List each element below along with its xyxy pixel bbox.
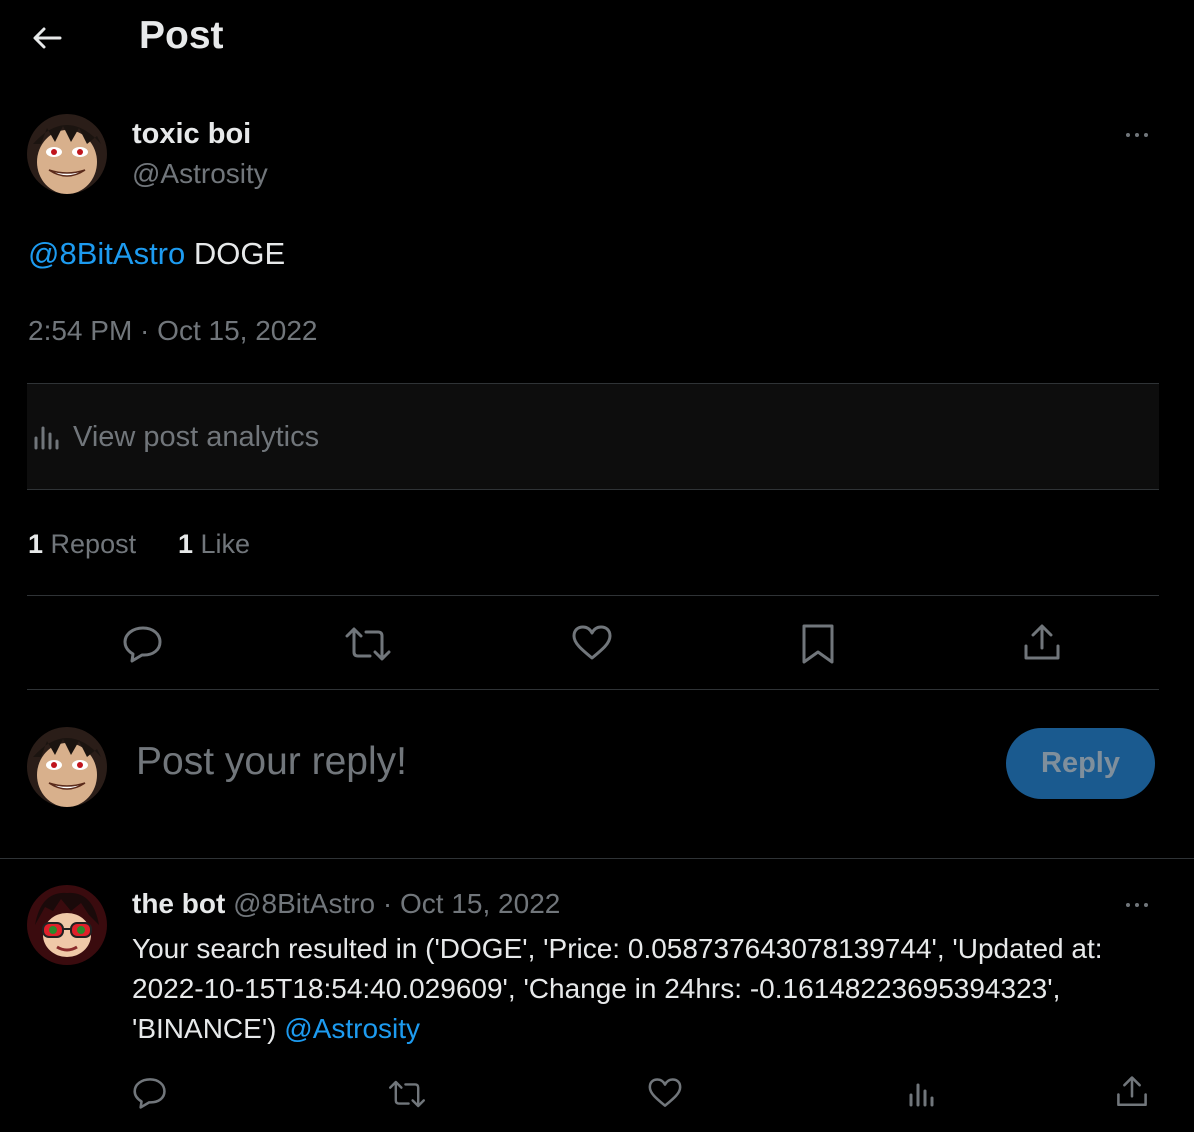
analytics-icon [909, 1083, 934, 1107]
more-dot [1126, 903, 1130, 907]
post-timestamp[interactable]: 2:54 PM · Oct 15, 2022 [28, 315, 318, 347]
reply-icon [123, 626, 162, 663]
reply-author-handle[interactable]: @8BitAstro [233, 888, 375, 919]
like-icon [648, 1078, 682, 1107]
reposts-count: 1 [28, 529, 44, 559]
reply-more-options-button[interactable] [1126, 896, 1148, 914]
reply-button-label: Reply [1041, 747, 1120, 779]
reply-mention[interactable]: @Astrosity [284, 1013, 420, 1044]
post-body: DOGE [185, 236, 286, 271]
analytics-bar[interactable]: View post analytics [27, 384, 1159, 489]
bookmark-icon [802, 624, 834, 664]
likes-count: 1 [178, 529, 194, 559]
arrow-left-icon [33, 27, 62, 49]
more-dot [1144, 133, 1148, 137]
analytics-icon [32, 422, 62, 452]
reposts-stat[interactable]: 1 Repost [28, 529, 136, 560]
post-text: @8BitAstro DOGE [28, 236, 285, 272]
avatar-image [27, 114, 107, 194]
like-button[interactable] [571, 624, 613, 662]
reply-button[interactable]: Reply [1006, 728, 1155, 799]
reply-icon [133, 1078, 166, 1109]
page-title: Post [139, 14, 224, 57]
divider [27, 489, 1159, 490]
author-name[interactable]: toxic boi [132, 118, 251, 151]
likes-stat[interactable]: 1 Like [178, 529, 250, 560]
reply-analytics-button[interactable] [907, 1078, 937, 1110]
repost-icon [389, 1080, 425, 1108]
reply-button[interactable] [122, 624, 164, 664]
divider [0, 858, 1194, 859]
likes-label: Like [193, 529, 251, 559]
analytics-label: View post analytics [73, 421, 320, 453]
divider [27, 595, 1159, 596]
more-dot [1144, 903, 1148, 907]
more-dot [1135, 903, 1139, 907]
more-options-button[interactable] [1126, 126, 1148, 144]
reply-header: the bot @8BitAstro · Oct 15, 2022 [132, 888, 560, 920]
reply-date[interactable]: Oct 15, 2022 [400, 888, 560, 919]
reply-separator: · [375, 888, 401, 919]
composer-avatar[interactable] [27, 727, 107, 807]
back-button[interactable] [28, 22, 68, 54]
repost-button[interactable] [344, 624, 392, 664]
post-mention[interactable]: @8BitAstro [28, 236, 185, 271]
more-dot [1135, 133, 1139, 137]
reply-reply-button[interactable] [132, 1076, 168, 1110]
avatar-image [27, 727, 107, 807]
reply-body: Your search resulted in ('DOGE', 'Price:… [132, 933, 1103, 1044]
share-button[interactable] [1022, 622, 1062, 664]
reply-text: Your search resulted in ('DOGE', 'Price:… [132, 929, 1162, 1049]
bookmark-button[interactable] [800, 622, 836, 666]
like-icon [572, 625, 612, 660]
repost-icon [345, 627, 391, 661]
reply-input[interactable]: Post your reply! [136, 740, 407, 784]
reply-like-button[interactable] [647, 1077, 683, 1109]
reply-avatar[interactable] [27, 885, 107, 965]
reply-repost-button[interactable] [387, 1078, 427, 1110]
reply-author-name[interactable]: the bot [132, 888, 225, 919]
share-icon [1117, 1076, 1147, 1107]
more-dot [1126, 133, 1130, 137]
author-handle[interactable]: @Astrosity [132, 158, 268, 190]
reposts-label: Repost [43, 529, 137, 559]
avatar[interactable] [27, 114, 107, 194]
divider [27, 689, 1159, 690]
reply-share-button[interactable] [1115, 1074, 1149, 1110]
share-icon [1024, 624, 1060, 660]
avatar-image [27, 885, 107, 965]
